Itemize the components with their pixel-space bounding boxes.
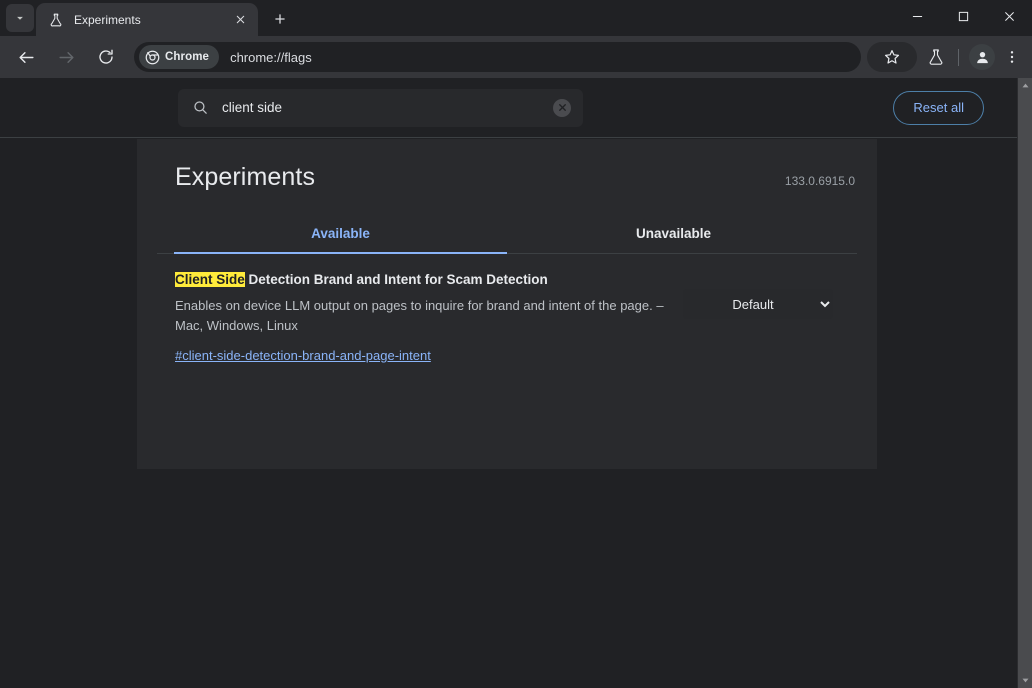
flag-control: DefaultEnabledDisabled (683, 271, 857, 319)
flask-icon (927, 48, 945, 66)
flag-permalink[interactable]: #client-side-detection-brand-and-page-in… (175, 348, 431, 363)
window-controls (894, 0, 1032, 36)
arrow-right-icon (57, 48, 76, 67)
title-row: Experiments 133.0.6915.0 (157, 163, 857, 192)
close-icon (1004, 11, 1015, 22)
browser-tab[interactable]: Experiments (36, 3, 258, 36)
search-match-highlight: Client Side (175, 272, 245, 287)
tab-title: Experiments (74, 13, 230, 27)
browser-menu-button[interactable] (998, 42, 1026, 72)
minimize-button[interactable] (894, 0, 940, 32)
person-icon (974, 49, 991, 66)
flags-body: Experiments 133.0.6915.0 Available Unava… (0, 139, 1032, 688)
bookmark-button[interactable] (867, 42, 917, 72)
star-icon (883, 48, 901, 66)
forward-button[interactable] (50, 41, 82, 73)
scroll-up-arrow-icon[interactable] (1018, 78, 1032, 93)
flags-tabs: Available Unavailable (157, 217, 857, 254)
clear-search-icon[interactable] (553, 99, 571, 117)
browser-toolbar: Chrome chrome://flags (0, 36, 1032, 78)
flag-title-rest: Detection Brand and Intent for Scam Dete… (245, 272, 548, 287)
maximize-icon (958, 11, 969, 22)
arrow-left-icon (17, 48, 36, 67)
flag-row: Client Side Detection Brand and Intent f… (157, 254, 857, 379)
search-box[interactable] (178, 89, 583, 127)
page-scrollbar[interactable] (1017, 78, 1032, 688)
flag-description: Enables on device LLM output on pages to… (175, 296, 683, 336)
address-bar[interactable]: Chrome chrome://flags (134, 42, 861, 72)
minimize-icon (912, 11, 923, 22)
close-icon[interactable] (230, 10, 250, 30)
close-window-button[interactable] (986, 0, 1032, 32)
experiments-button[interactable] (921, 42, 951, 72)
tab-unavailable[interactable]: Unavailable (507, 217, 840, 254)
chrome-origin-chip[interactable]: Chrome (139, 45, 219, 69)
page-title: Experiments (175, 163, 315, 192)
plus-icon (273, 12, 287, 26)
toolbar-divider (958, 49, 959, 66)
three-dots-vertical-icon (1004, 49, 1020, 65)
browser-window: Experiments (0, 0, 1032, 688)
scroll-down-arrow-icon[interactable] (1018, 673, 1032, 688)
reload-icon (97, 48, 115, 66)
tab-search-button[interactable] (6, 4, 34, 32)
flags-search-header: Reset all (0, 78, 1032, 138)
experiments-card: Experiments 133.0.6915.0 Available Unava… (137, 139, 877, 469)
back-button[interactable] (10, 41, 42, 73)
reload-button[interactable] (90, 41, 122, 73)
search-input[interactable] (222, 100, 553, 115)
tab-strip: Experiments (0, 0, 1032, 36)
chevron-down-icon (13, 11, 27, 25)
version-label: 133.0.6915.0 (785, 174, 855, 192)
maximize-button[interactable] (940, 0, 986, 32)
new-tab-button[interactable] (266, 5, 294, 33)
chrome-logo-icon (145, 50, 160, 65)
url-text: chrome://flags (230, 50, 312, 65)
reset-all-button[interactable]: Reset all (893, 91, 984, 125)
flag-details: Client Side Detection Brand and Intent f… (175, 271, 683, 365)
search-icon (192, 99, 209, 116)
flag-state-select[interactable]: DefaultEnabledDisabled (683, 289, 833, 319)
flask-icon (48, 12, 64, 28)
tab-available[interactable]: Available (174, 217, 507, 254)
flag-title: Client Side Detection Brand and Intent f… (175, 271, 683, 289)
flags-page: Reset all Experiments 133.0.6915.0 Avail… (0, 78, 1032, 688)
chrome-chip-label: Chrome (165, 51, 209, 63)
avatar[interactable] (969, 44, 995, 70)
